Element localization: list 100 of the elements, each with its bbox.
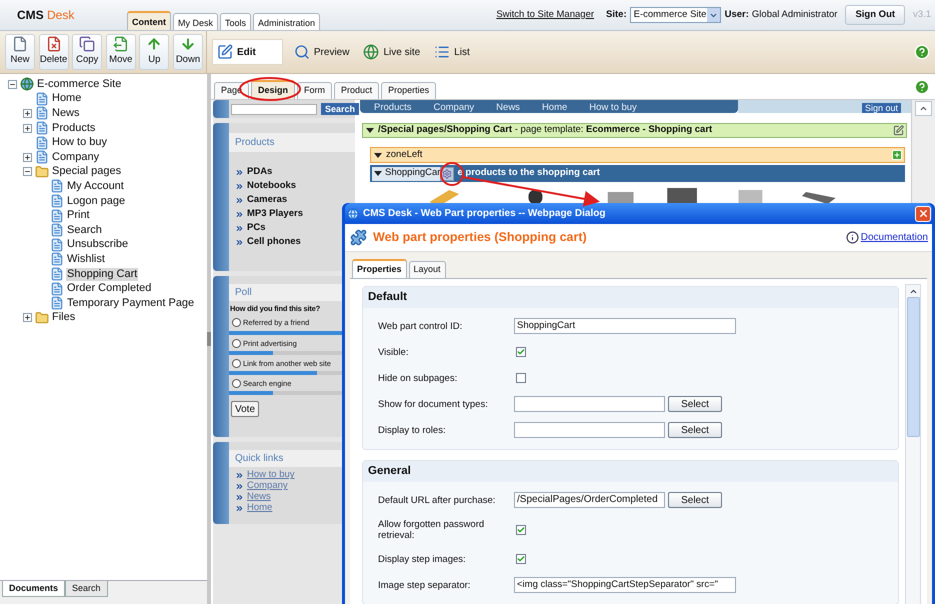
documentation-link[interactable]: Documentation [860,230,928,245]
tree-item[interactable]: Wishlist [66,252,106,266]
help-icon[interactable] [914,78,930,94]
view-mode-button[interactable]: Preview [290,39,352,65]
nav-link[interactable]: News [496,102,520,113]
design-tab[interactable]: Properties [381,82,436,99]
text-field[interactable]: ShoppingCart [514,318,736,334]
tree-item[interactable]: Logon page [66,194,126,208]
splitter-handle[interactable] [207,332,211,346]
toolbar-button[interactable]: Move [106,34,136,70]
tree-item[interactable]: Order Completed [66,282,152,296]
design-tab[interactable]: Form [297,82,332,99]
radio-button[interactable] [232,338,241,348]
nav-link[interactable]: Products [374,102,412,113]
design-tab[interactable]: Product [334,82,380,99]
category-link[interactable]: Cameras [247,192,288,208]
checkbox[interactable] [516,373,526,383]
category-link[interactable]: PCs [247,220,266,236]
view-mode-button[interactable]: Edit [212,39,283,65]
checkbox[interactable] [516,347,526,357]
text-field[interactable]: <img class="ShoppingCartStepSeparator" src=" [514,577,736,593]
tree-item[interactable]: Shopping Cart [66,268,138,281]
chevrons-icon [235,210,244,218]
site-sign-out-button[interactable]: Sign out [862,103,901,113]
tree-item[interactable]: Products [51,122,96,135]
view-mode-button[interactable]: Live site [360,39,424,65]
toolbar-button[interactable]: Down [172,34,203,70]
toolbar-button[interactable]: New [5,34,35,70]
collapse-triangle-icon[interactable] [366,128,374,133]
tree-item[interactable]: Temporary Payment Page [66,296,196,310]
category-link[interactable]: PDAs [247,164,272,180]
collapse-toggle[interactable] [8,80,17,89]
browser-icon [347,208,359,220]
design-tab[interactable]: Design [251,80,296,99]
category-link[interactable]: Notebooks [247,178,296,194]
search-field[interactable] [231,104,317,114]
nav-link[interactable]: Home [542,102,568,113]
search-button[interactable]: Search [321,103,360,115]
text-field[interactable] [514,422,665,438]
category-link[interactable]: Cell phones [247,234,301,250]
text-field[interactable] [514,396,665,412]
tree-item[interactable]: Unsubscribe [66,238,130,252]
add-icon[interactable] [891,149,903,161]
toolbar-button[interactable]: Copy [72,34,102,70]
pencil-icon [217,44,233,60]
nav-link[interactable]: Company [434,102,474,113]
tree-item[interactable]: Print [66,209,91,222]
sign-out-button[interactable]: Sign Out [845,5,906,25]
select-button[interactable]: Select [668,396,722,412]
tree-item[interactable]: News [51,106,81,120]
chevrons-icon [235,196,244,204]
switch-site-manager-link[interactable]: Switch to Site Manager [496,8,594,22]
select-button[interactable]: Select [668,422,722,438]
view-mode-button[interactable]: List [431,39,473,65]
radio-button[interactable] [232,379,241,388]
tree-item[interactable]: My Account [66,180,125,193]
gear-icon[interactable] [442,168,452,178]
tree-item[interactable]: Company [51,150,100,164]
toolbar-button[interactable]: Delete [38,34,69,70]
tree-item[interactable]: How to buy [51,136,108,150]
radio-button[interactable] [232,318,241,328]
category-link[interactable]: MP3 Players [247,206,303,222]
scrollbar[interactable] [905,284,921,604]
checkbox[interactable] [516,524,526,534]
tree-item[interactable]: E-commerce Site [36,78,122,91]
radio-button[interactable] [232,358,241,368]
panel-tab[interactable]: Search [65,581,108,597]
expand-toggle[interactable] [23,313,32,322]
checkbox[interactable] [516,554,526,564]
tree-item[interactable]: Files [51,311,76,324]
site-select[interactable]: E-commerce Site [630,7,721,23]
main-tab[interactable]: Content [127,11,171,30]
collapse-triangle-icon[interactable] [374,152,382,158]
box-title: Products [235,136,274,150]
main-tab[interactable]: My Desk [173,13,218,30]
scroll-thumb[interactable] [906,297,920,437]
expand-toggle[interactable] [23,108,32,118]
edit-icon[interactable] [893,125,904,136]
toolbar-button[interactable]: Up [139,34,170,70]
text-field[interactable]: /SpecialPages/OrderCompleted [514,492,665,508]
help-icon[interactable] [914,44,930,60]
dialog-tab[interactable]: Properties [352,259,407,278]
collapse-triangle-icon[interactable] [374,171,382,176]
panel-tab[interactable]: Documents [2,581,66,597]
page-icon [35,121,49,136]
main-tab[interactable]: Tools [220,13,252,30]
main-tab[interactable]: Administration [253,13,320,30]
tree-item[interactable]: Home [51,92,82,106]
tree-item[interactable]: Special pages [51,165,122,178]
select-button[interactable]: Select [668,492,722,508]
scroll-up-icon[interactable] [919,104,928,113]
nav-link[interactable]: How to buy [589,102,637,113]
expand-toggle[interactable] [23,152,32,162]
collapse-toggle[interactable] [23,167,32,176]
tree-item[interactable]: Search [66,224,103,237]
expand-toggle[interactable] [23,124,32,133]
field-label: Visible: [378,346,410,358]
close-button[interactable] [915,206,931,222]
vote-button[interactable]: Vote [231,401,260,418]
dialog-tab[interactable]: Layout [408,261,446,278]
